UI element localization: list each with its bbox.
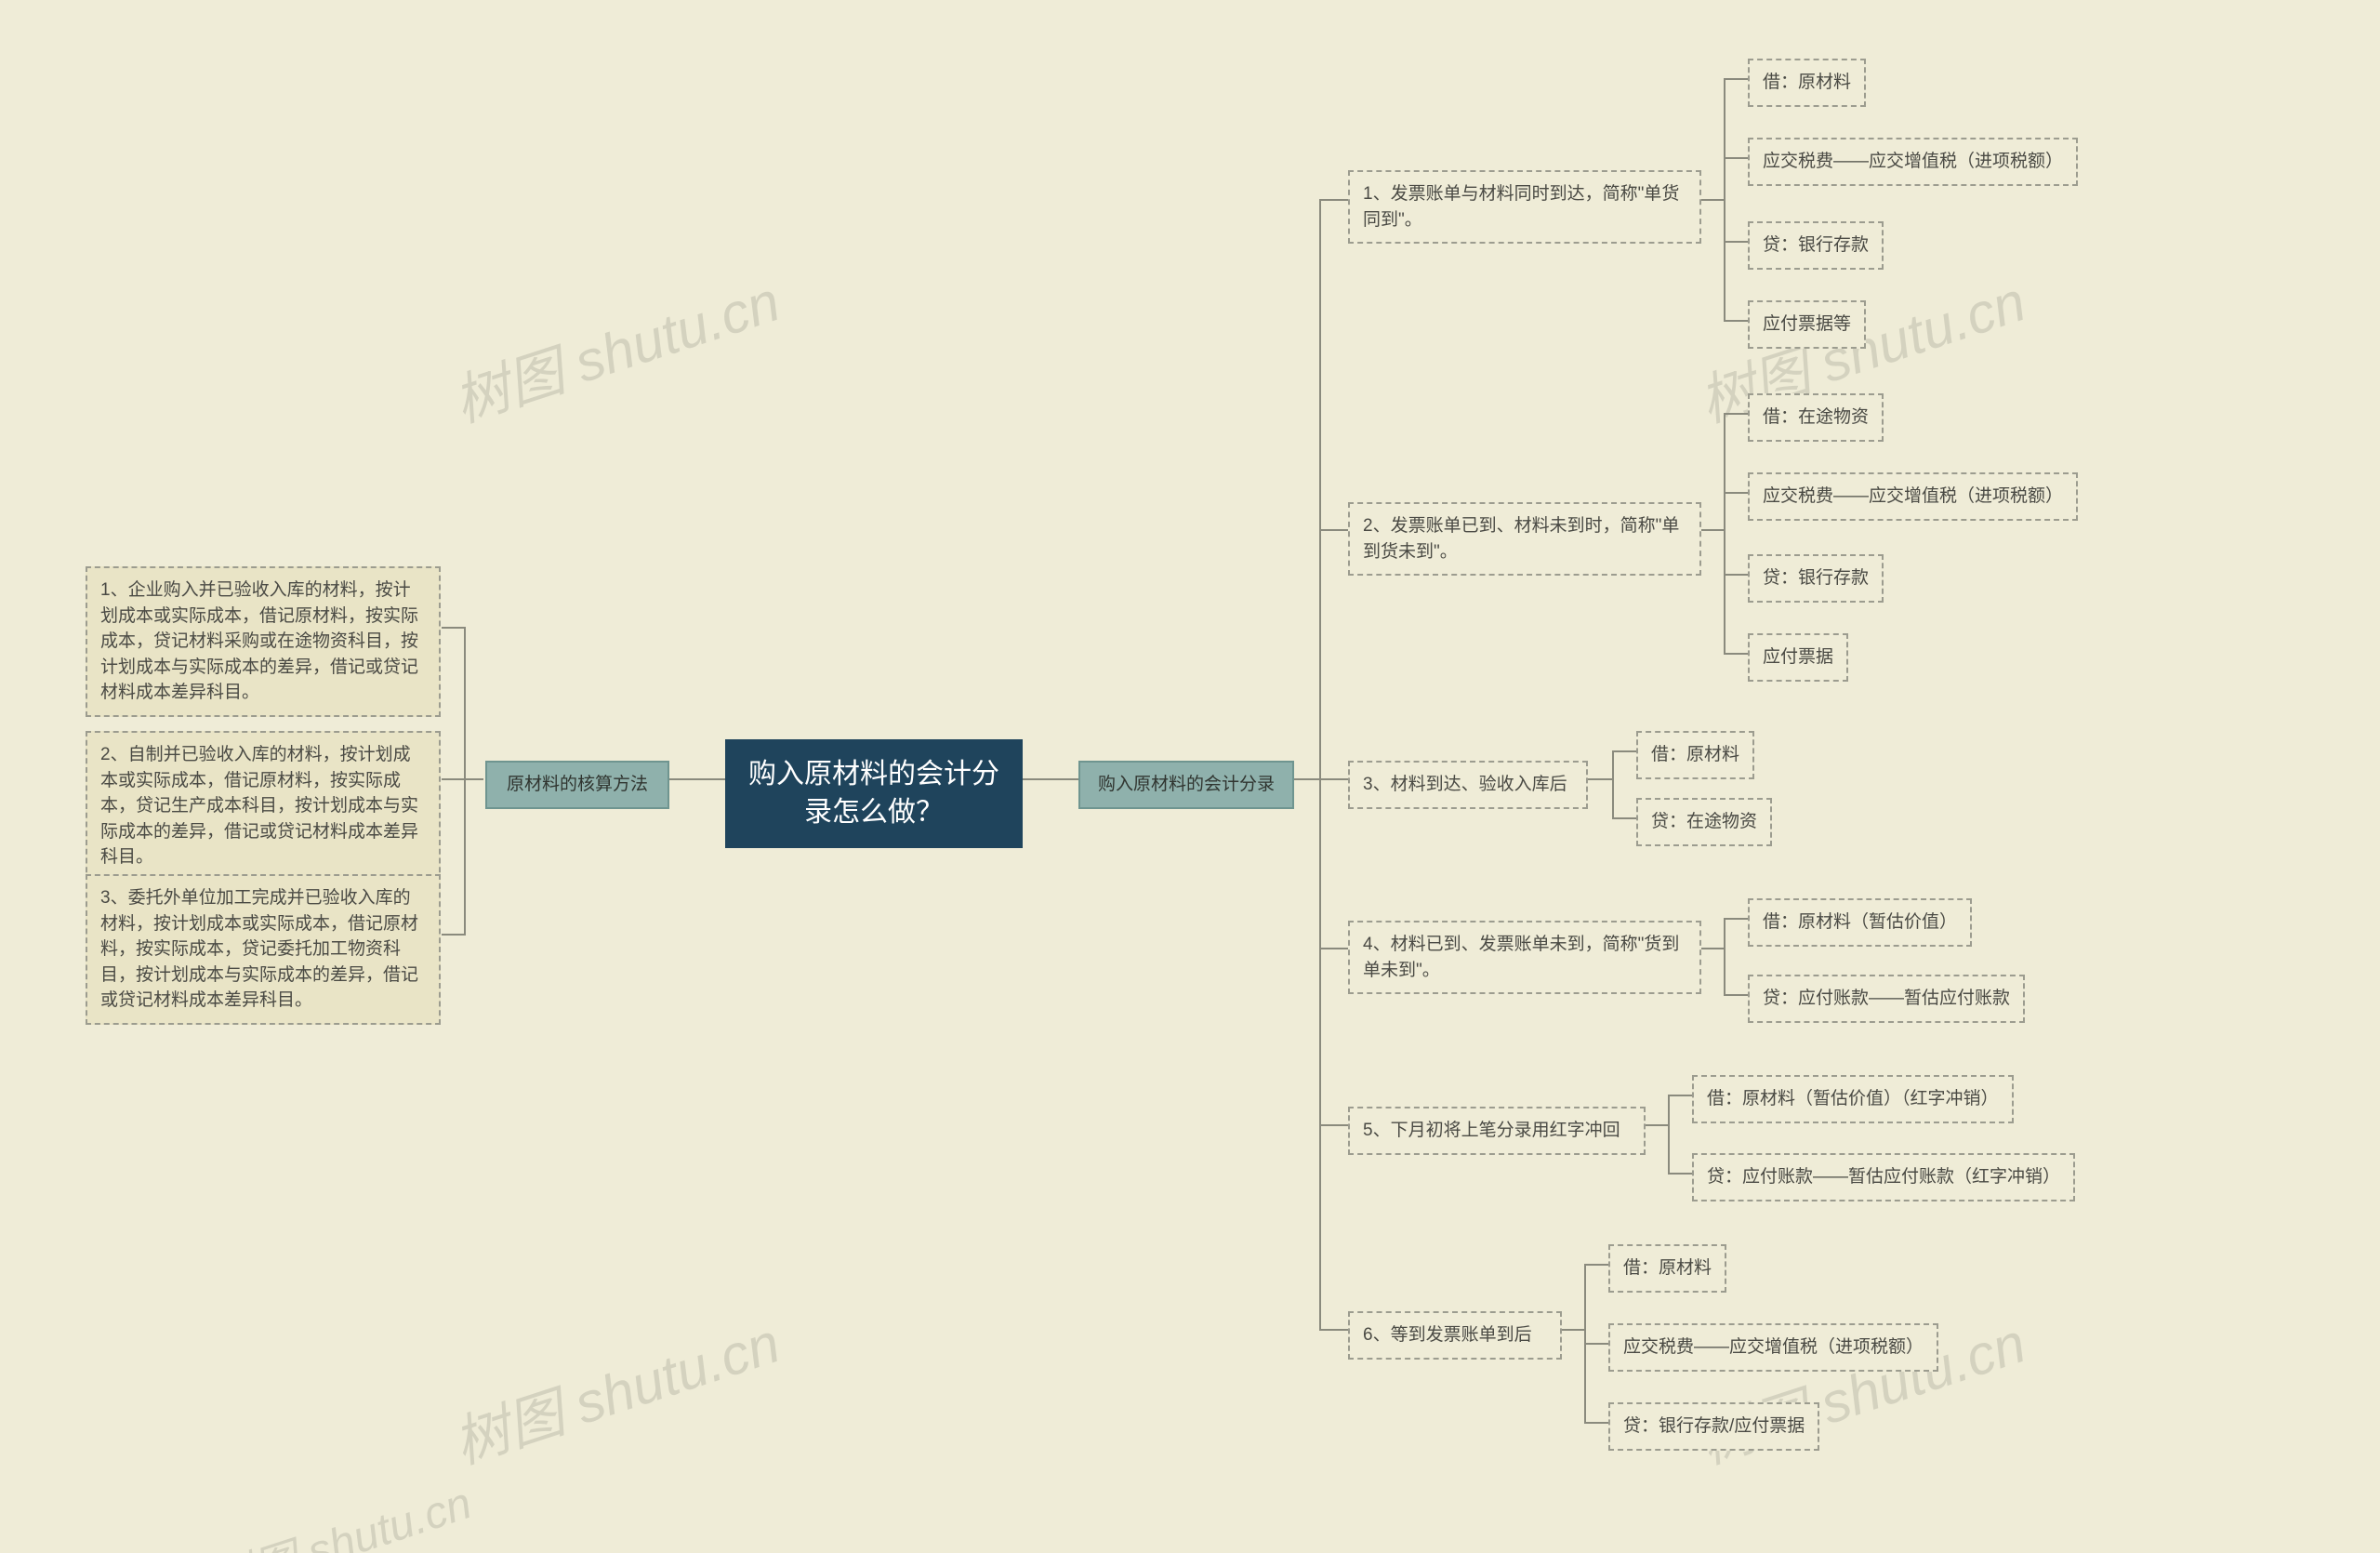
right-item-2[interactable]: 2、发票账单已到、材料未到时，简称"单到货未到"。: [1348, 502, 1701, 576]
right-branch[interactable]: 购入原材料的会计分录: [1078, 761, 1294, 809]
right-item-6-sub-1[interactable]: 应交税费——应交增值税（进项税额）: [1608, 1323, 1938, 1372]
right-item-1[interactable]: 1、发票账单与材料同时到达，简称"单货同到"。: [1348, 170, 1701, 244]
root-node[interactable]: 购入原材料的会计分录怎么做？: [725, 739, 1023, 848]
right-item-3-sub-1[interactable]: 贷：在途物资: [1636, 798, 1772, 846]
right-item-1-sub-2[interactable]: 贷：银行存款: [1748, 221, 1884, 270]
right-item-2-sub-3[interactable]: 应付票据: [1748, 633, 1848, 682]
right-item-4[interactable]: 4、材料已到、发票账单未到，简称"货到单未到"。: [1348, 921, 1701, 994]
right-item-5-sub-1[interactable]: 贷：应付账款——暂估应付账款（红字冲销）: [1692, 1153, 2075, 1201]
right-item-2-sub-0[interactable]: 借：在途物资: [1748, 393, 1884, 442]
right-item-4-sub-0[interactable]: 借：原材料（暂估价值）: [1748, 898, 1972, 947]
left-branch[interactable]: 原材料的核算方法: [485, 761, 669, 809]
right-item-6-sub-0[interactable]: 借：原材料: [1608, 1244, 1726, 1293]
right-item-1-sub-3[interactable]: 应付票据等: [1748, 300, 1866, 349]
right-item-5-sub-0[interactable]: 借：原材料（暂估价值）（红字冲销）: [1692, 1075, 2014, 1123]
right-item-2-sub-1[interactable]: 应交税费——应交增值税（进项税额）: [1748, 472, 2078, 521]
right-item-1-sub-0[interactable]: 借：原材料: [1748, 59, 1866, 107]
right-item-6-sub-2[interactable]: 贷：银行存款/应付票据: [1608, 1402, 1819, 1451]
watermark: 树图 shutu.cn: [201, 1467, 478, 1553]
right-item-4-sub-1[interactable]: 贷：应付账款——暂估应付账款: [1748, 975, 2025, 1023]
watermark: 树图 shutu.cn: [442, 257, 788, 438]
right-item-3[interactable]: 3、材料到达、验收入库后: [1348, 761, 1588, 809]
watermark: 树图 shutu.cn: [442, 1298, 788, 1480]
left-item-1[interactable]: 1、企业购入并已验收入库的材料，按计划成本或实际成本，借记原材料，按实际成本，贷…: [86, 566, 441, 717]
right-item-6[interactable]: 6、等到发票账单到后: [1348, 1311, 1562, 1360]
left-item-3[interactable]: 3、委托外单位加工完成并已验收入库的材料，按计划成本或实际成本，借记原材料，按实…: [86, 874, 441, 1025]
left-item-2[interactable]: 2、自制并已验收入库的材料，按计划成本或实际成本，借记原材料，按实际成本，贷记生…: [86, 731, 441, 882]
right-item-1-sub-1[interactable]: 应交税费——应交增值税（进项税额）: [1748, 138, 2078, 186]
right-item-3-sub-0[interactable]: 借：原材料: [1636, 731, 1754, 779]
right-item-5[interactable]: 5、下月初将上笔分录用红字冲回: [1348, 1107, 1646, 1155]
right-item-2-sub-2[interactable]: 贷：银行存款: [1748, 554, 1884, 603]
